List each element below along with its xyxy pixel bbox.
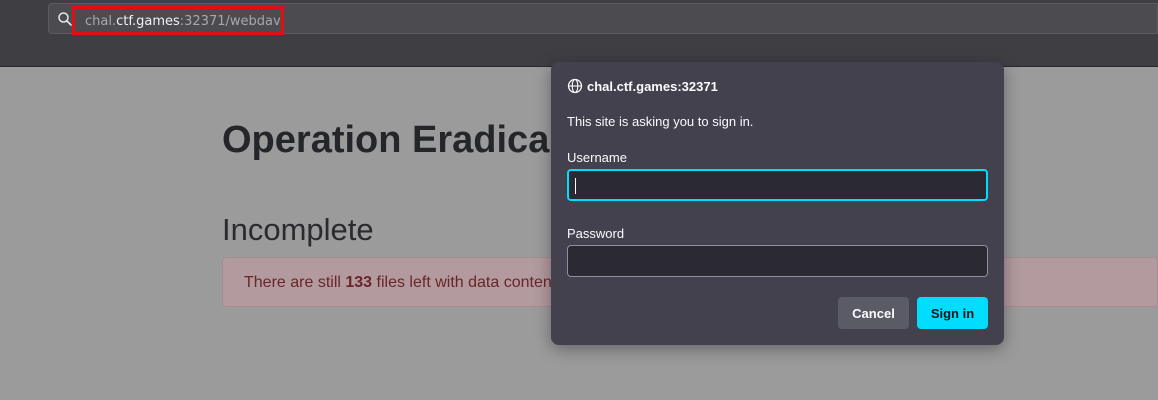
text-caret bbox=[575, 178, 576, 194]
alert-count: 133 bbox=[345, 274, 373, 291]
globe-icon bbox=[567, 78, 583, 94]
status-heading: Incomplete bbox=[222, 212, 374, 247]
dialog-message: This site is asking you to sign in. bbox=[567, 114, 754, 129]
alert-prefix: There are still bbox=[244, 274, 346, 291]
url-port-path: :32371/webdav bbox=[179, 14, 281, 29]
cancel-button[interactable]: Cancel bbox=[838, 297, 909, 329]
username-label: Username bbox=[567, 150, 627, 165]
url-host: ctf.games bbox=[116, 14, 180, 29]
search-icon bbox=[58, 12, 72, 26]
password-field[interactable] bbox=[567, 245, 988, 277]
sign-in-dialog: chal.ctf.games:32371 This site is asking… bbox=[551, 62, 1004, 345]
dialog-host: chal.ctf.games:32371 bbox=[587, 79, 718, 94]
url-bar[interactable]: chal.ctf.games:32371/webdav bbox=[48, 3, 1158, 35]
browser-toolbar: chal.ctf.games:32371/webdav bbox=[0, 0, 1158, 67]
url-text[interactable]: chal.ctf.games:32371/webdav bbox=[85, 14, 281, 30]
alert-suffix: files left with data conten bbox=[372, 274, 552, 291]
password-label: Password bbox=[567, 226, 625, 241]
username-field[interactable] bbox=[567, 169, 988, 201]
page-title: Operation Eradica bbox=[222, 119, 550, 161]
sign-in-button[interactable]: Sign in bbox=[917, 297, 988, 329]
url-highlight-box: chal.ctf.games:32371/webdav bbox=[72, 6, 284, 35]
alert-text: There are still 133 files left with data… bbox=[244, 274, 552, 292]
url-subdomain: chal. bbox=[85, 14, 117, 29]
